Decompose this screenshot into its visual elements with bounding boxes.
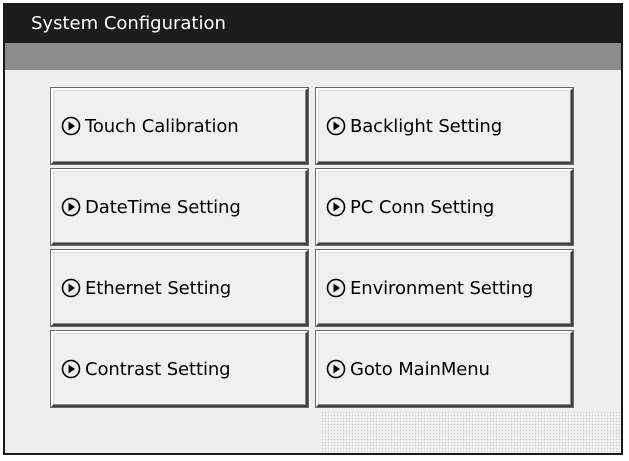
- dithered-pattern: [321, 411, 621, 453]
- play-circle-icon: [326, 116, 346, 136]
- button-label: DateTime Setting: [85, 196, 241, 218]
- button-label: Backlight Setting: [350, 115, 503, 137]
- goto-mainmenu-button[interactable]: Goto MainMenu: [315, 330, 574, 408]
- ethernet-setting-button[interactable]: Ethernet Setting: [50, 249, 309, 327]
- pc-conn-setting-button[interactable]: PC Conn Setting: [315, 168, 574, 246]
- play-circle-icon: [326, 359, 346, 379]
- title-bar: System Configuration: [5, 5, 621, 43]
- menu-panel: Touch Calibration Backlight Setting Date…: [5, 70, 621, 453]
- button-label: Touch Calibration: [85, 115, 239, 137]
- button-label: PC Conn Setting: [350, 196, 495, 218]
- button-label: Contrast Setting: [85, 358, 231, 380]
- datetime-setting-button[interactable]: DateTime Setting: [50, 168, 309, 246]
- button-label: Goto MainMenu: [350, 358, 490, 380]
- play-circle-icon: [61, 116, 81, 136]
- play-circle-icon: [61, 278, 81, 298]
- button-label: Ethernet Setting: [85, 277, 232, 299]
- environment-setting-button[interactable]: Environment Setting: [315, 249, 574, 327]
- play-circle-icon: [61, 359, 81, 379]
- system-configuration-window: System Configuration Touch Calibration B…: [3, 3, 623, 455]
- touch-calibration-button[interactable]: Touch Calibration: [50, 87, 309, 165]
- header-separator-bar: [5, 43, 621, 70]
- play-circle-icon: [61, 197, 81, 217]
- backlight-setting-button[interactable]: Backlight Setting: [315, 87, 574, 165]
- window-title: System Configuration: [31, 13, 226, 34]
- play-circle-icon: [326, 197, 346, 217]
- button-label: Environment Setting: [350, 277, 534, 299]
- play-circle-icon: [326, 278, 346, 298]
- contrast-setting-button[interactable]: Contrast Setting: [50, 330, 309, 408]
